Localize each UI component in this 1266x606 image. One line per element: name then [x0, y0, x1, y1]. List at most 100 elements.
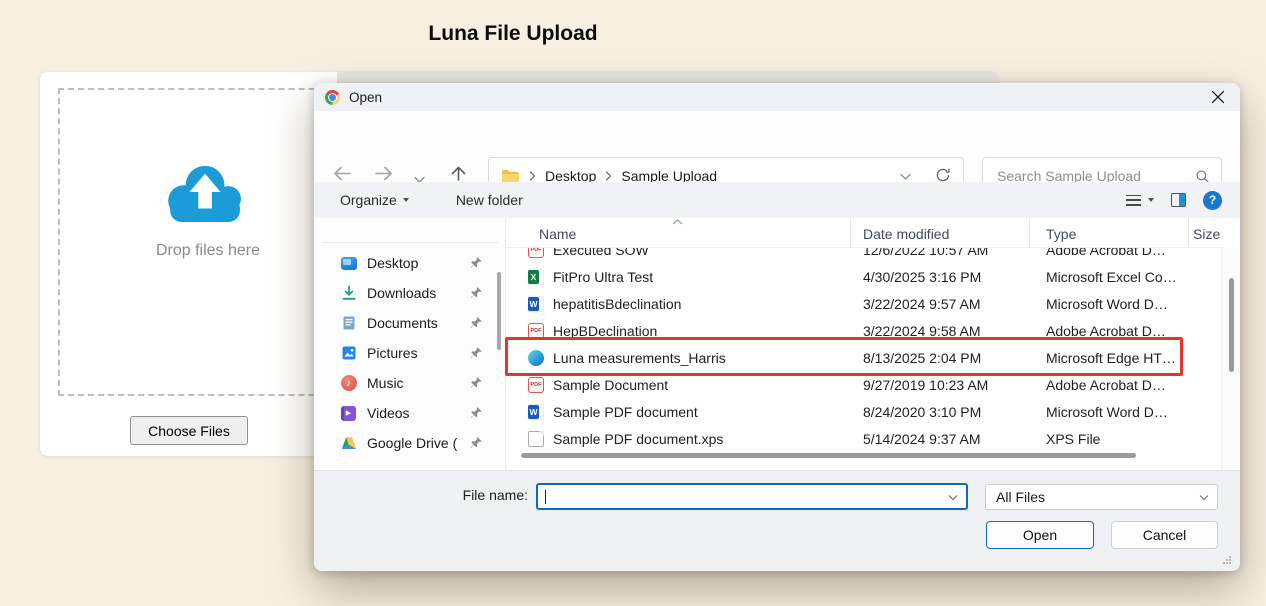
- vertical-scrollbar-track[interactable]: [1221, 248, 1240, 470]
- sidebar-item-videos[interactable]: ▶ Videos: [314, 398, 505, 428]
- sort-ascending-icon: [672, 219, 683, 225]
- table-row-highlighted[interactable]: Luna measurements_Harris 8/13/2025 2:04 …: [506, 344, 1223, 371]
- file-date: 3/22/2024 9:58 AM: [851, 323, 1030, 339]
- sidebar-item-desktop[interactable]: Desktop: [314, 248, 505, 278]
- file-date: 8/24/2020 3:10 PM: [851, 404, 1030, 420]
- chevron-down-icon[interactable]: [948, 494, 958, 501]
- breadcrumb-chevron-icon: [605, 171, 612, 181]
- open-file-dialog: Open: [314, 83, 1240, 571]
- organize-menu[interactable]: Organize: [340, 192, 409, 208]
- file-type: Microsoft Edge HT…: [1030, 350, 1189, 366]
- table-row[interactable]: PDFExecuted SOW 12/6/2022 10:57 AM Adobe…: [506, 248, 1223, 263]
- sidebar-item-label: Downloads: [367, 285, 436, 301]
- table-row[interactable]: WhepatitisBdeclination 3/22/2024 9:57 AM…: [506, 290, 1223, 317]
- cancel-button[interactable]: Cancel: [1111, 521, 1218, 549]
- column-headers: Name Date modified Type Size: [506, 218, 1223, 248]
- dialog-footer: File name: All Files Open Cancel: [314, 470, 1240, 571]
- dialog-titlebar: Open: [314, 83, 1240, 111]
- desktop-icon: [341, 257, 357, 270]
- preview-pane-icon[interactable]: [1171, 193, 1186, 207]
- file-date: 4/30/2025 3:16 PM: [851, 269, 1030, 285]
- vertical-scrollbar-thumb[interactable]: [1229, 278, 1234, 372]
- table-row[interactable]: WSample PDF document 8/24/2020 3:10 PM M…: [506, 398, 1223, 425]
- pin-icon[interactable]: [470, 406, 483, 419]
- file-date: 9/27/2019 10:23 AM: [851, 377, 1030, 393]
- choose-files-button[interactable]: Choose Files: [130, 416, 248, 445]
- dialog-toolbar: Organize New folder ?: [314, 182, 1240, 218]
- column-header-size[interactable]: Size: [1189, 218, 1223, 247]
- sidebar-item-label: Google Drive (: [367, 435, 457, 451]
- file-name: FitPro Ultra Test: [553, 269, 653, 285]
- pin-icon[interactable]: [470, 256, 483, 269]
- file-name-combobox: [536, 483, 968, 510]
- file-date: 12/6/2022 10:57 AM: [851, 248, 1030, 258]
- background-strip: [337, 71, 998, 83]
- pdf-icon: PDF: [528, 377, 544, 393]
- table-row[interactable]: XFitPro Ultra Test 4/30/2025 3:16 PM Mic…: [506, 263, 1223, 290]
- file-name-input[interactable]: [545, 487, 943, 506]
- sidebar-scrollbar[interactable]: [497, 272, 501, 350]
- file-date: 8/13/2025 2:04 PM: [851, 350, 1030, 366]
- new-folder-button[interactable]: New folder: [456, 192, 523, 208]
- videos-icon: ▶: [341, 406, 356, 421]
- sidebar-item-label: Desktop: [367, 255, 418, 271]
- sidebar-item-label: Pictures: [367, 345, 418, 361]
- file-name: Luna measurements_Harris: [553, 350, 726, 366]
- sidebar: Desktop Downloads Documents: [314, 218, 505, 470]
- file-name: HepBDeclination: [553, 323, 657, 339]
- pin-icon[interactable]: [470, 346, 483, 359]
- file-type: Adobe Acrobat D…: [1030, 377, 1189, 393]
- list-view-icon: [1126, 195, 1141, 206]
- table-row[interactable]: PDFHepBDeclination 3/22/2024 9:58 AM Ado…: [506, 317, 1223, 344]
- sidebar-item-label: Videos: [367, 405, 410, 421]
- file-type: Microsoft Word D…: [1030, 404, 1189, 420]
- file-name: Sample PDF document.xps: [553, 431, 723, 447]
- file-type: Microsoft Word D…: [1030, 296, 1189, 312]
- file-name: Sample Document: [553, 377, 668, 393]
- table-row[interactable]: Sample PDF document.xps 5/14/2024 9:37 A…: [506, 425, 1223, 452]
- word-icon: W: [528, 404, 544, 420]
- file-date: 5/14/2024 9:37 AM: [851, 431, 1030, 447]
- pin-icon[interactable]: [470, 286, 483, 299]
- word-icon: W: [528, 296, 544, 312]
- pin-icon[interactable]: [470, 316, 483, 329]
- sidebar-item-documents[interactable]: Documents: [314, 308, 505, 338]
- pdf-icon: PDF: [528, 248, 544, 258]
- sidebar-item-google-drive[interactable]: Google Drive (: [314, 428, 505, 458]
- pin-icon[interactable]: [470, 436, 483, 449]
- file-type-select[interactable]: All Files: [985, 484, 1218, 510]
- dialog-title: Open: [349, 90, 382, 105]
- page-title: Luna File Upload: [428, 22, 597, 46]
- view-mode-button[interactable]: [1126, 195, 1154, 206]
- pin-icon[interactable]: [470, 376, 483, 389]
- pictures-icon: [340, 345, 357, 362]
- file-icon: [528, 431, 544, 447]
- resize-grip[interactable]: [1223, 556, 1231, 564]
- sidebar-item-label: Music: [367, 375, 404, 391]
- downloads-icon: [340, 285, 357, 302]
- documents-icon: [340, 315, 357, 332]
- sidebar-item-downloads[interactable]: Downloads: [314, 278, 505, 308]
- horizontal-scrollbar[interactable]: [521, 453, 1136, 458]
- music-icon: ♪: [341, 375, 357, 391]
- sidebar-item-music[interactable]: ♪ Music: [314, 368, 505, 398]
- pdf-icon: PDF: [528, 323, 544, 339]
- sidebar-item-pictures[interactable]: Pictures: [314, 338, 505, 368]
- sidebar-item-label: Documents: [367, 315, 438, 331]
- chevron-down-icon: [1148, 198, 1154, 202]
- column-header-type[interactable]: Type: [1030, 218, 1189, 247]
- file-date: 3/22/2024 9:57 AM: [851, 296, 1030, 312]
- file-type: Microsoft Excel Co…: [1030, 269, 1189, 285]
- table-row[interactable]: PDF Sample Document 9/27/2019 10:23 AM Ad…: [506, 371, 1223, 398]
- file-name: hepatitisBdeclination: [553, 296, 681, 312]
- file-list: Name Date modified Type Size PDFExecuted…: [505, 218, 1240, 470]
- file-rows: PDFExecuted SOW 12/6/2022 10:57 AM Adobe…: [506, 248, 1223, 452]
- open-button[interactable]: Open: [986, 521, 1094, 549]
- help-icon[interactable]: ?: [1203, 191, 1222, 210]
- chrome-icon: [325, 90, 340, 105]
- close-icon[interactable]: [1211, 90, 1225, 104]
- column-header-date-modified[interactable]: Date modified: [851, 218, 1030, 247]
- organize-label: Organize: [340, 192, 397, 208]
- edge-icon: [528, 350, 544, 366]
- dialog-main: Desktop Downloads Documents: [314, 218, 1240, 470]
